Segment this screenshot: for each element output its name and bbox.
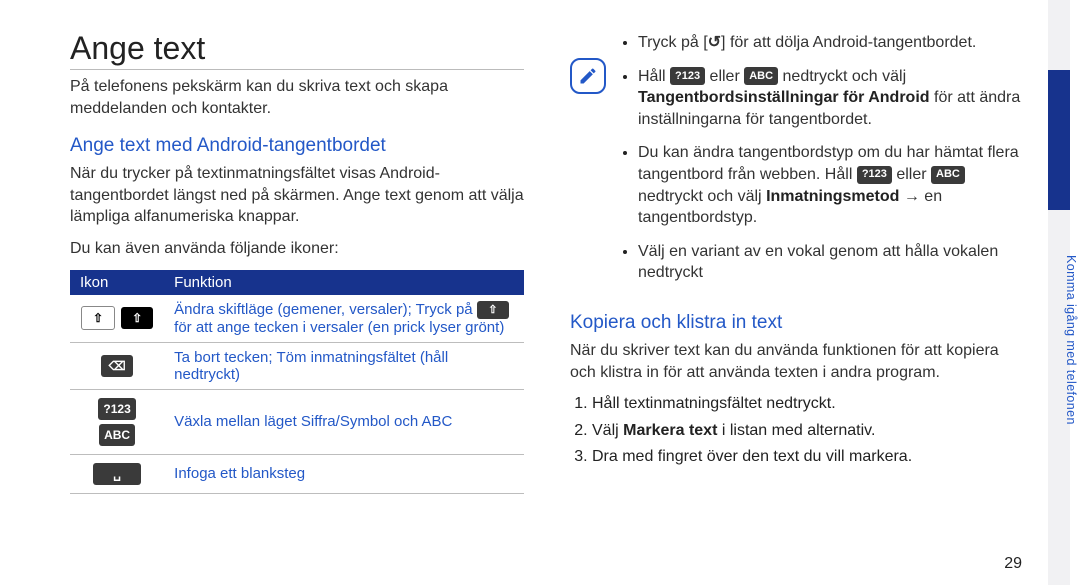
icon-function-table: Ikon Funktion ⇧ ⇧ Ändra skiftläge (gemen… bbox=[70, 270, 524, 494]
table-row: ⇧ ⇧ Ändra skiftläge (gemener, versaler);… bbox=[70, 295, 524, 343]
intro-text: På telefonens pekskärm kan du skriva tex… bbox=[70, 76, 524, 119]
note-icon bbox=[570, 58, 606, 94]
cell-icon: ?123 ABC bbox=[70, 389, 164, 454]
section-heading-android-keyboard: Ange text med Android-tangentbordet bbox=[70, 135, 524, 157]
space-icon: ␣ bbox=[93, 463, 141, 485]
mode-abc-icon: ABC bbox=[99, 424, 135, 446]
side-chapter-text: Komma igång med telefonen bbox=[1064, 255, 1078, 425]
shift-solid-icon: ⇧ bbox=[121, 307, 153, 329]
cell-function: Ändra skiftläge (gemener, versaler); Try… bbox=[164, 295, 524, 343]
cell-function: Växla mellan läget Siffra/Symbol och ABC bbox=[164, 389, 524, 454]
section-paragraph-1: När du trycker på textinmatningsfältet v… bbox=[70, 163, 524, 228]
mode-abc-icon: ABC bbox=[744, 67, 778, 85]
backspace-icon: ⌫ bbox=[101, 355, 133, 377]
note-bullet-list: Tryck på [↺] för att dölja Android-tange… bbox=[620, 32, 1024, 284]
table-row: ␣ Infoga ett blanksteg bbox=[70, 454, 524, 493]
steps-list: Håll textinmatningsfältet nedtryckt. Väl… bbox=[570, 393, 1024, 468]
list-item: Tryck på [↺] för att dölja Android-tange… bbox=[638, 32, 1024, 54]
column-left: Ange text På telefonens pekskärm kan du … bbox=[70, 30, 524, 555]
table-header-function: Funktion bbox=[164, 270, 524, 295]
manual-page: Komma igång med telefonen Ange text På t… bbox=[0, 0, 1080, 585]
two-column-layout: Ange text På telefonens pekskärm kan du … bbox=[70, 30, 1024, 555]
mode-123-icon: ?123 bbox=[98, 398, 135, 420]
table-header-icon: Ikon bbox=[70, 270, 164, 295]
shift-outline-icon: ⇧ bbox=[81, 306, 115, 330]
table-row: ⌫ Ta bort tecken; Töm inmatningsfältet (… bbox=[70, 342, 524, 389]
list-item: Du kan ändra tangentbordstyp om du har h… bbox=[638, 142, 1024, 228]
list-item: Dra med fingret över den text du vill ma… bbox=[592, 446, 1024, 468]
side-tab-highlight bbox=[1048, 70, 1070, 210]
cell-function: Infoga ett blanksteg bbox=[164, 454, 524, 493]
list-item: Välj en variant av en vokal genom att hå… bbox=[638, 241, 1024, 284]
cell-icon: ⇧ ⇧ bbox=[70, 295, 164, 343]
pen-icon bbox=[578, 66, 598, 86]
shift-solid-icon: ⇧ bbox=[477, 301, 509, 319]
side-chapter-label: Komma igång med telefonen bbox=[1060, 200, 1080, 480]
table-row: ?123 ABC Växla mellan läget Siffra/Symbo… bbox=[70, 389, 524, 454]
cell-icon: ␣ bbox=[70, 454, 164, 493]
mode-123-icon: ?123 bbox=[670, 67, 705, 85]
list-item: Välj Markera text i listan med alternati… bbox=[592, 420, 1024, 442]
page-title: Ange text bbox=[70, 30, 524, 70]
cell-icon: ⌫ bbox=[70, 342, 164, 389]
list-item: Håll textinmatningsfältet nedtryckt. bbox=[592, 393, 1024, 415]
cell-function: Ta bort tecken; Töm inmatningsfältet (hå… bbox=[164, 342, 524, 389]
copy-paste-paragraph: När du skriver text kan du använda funkt… bbox=[570, 340, 1024, 383]
section-paragraph-2: Du kan även använda följande ikoner: bbox=[70, 238, 524, 260]
note-block: Tryck på [↺] för att dölja Android-tange… bbox=[570, 30, 1024, 296]
page-number: 29 bbox=[1004, 555, 1022, 573]
mode-123-icon: ?123 bbox=[857, 166, 892, 184]
list-item: Håll ?123 eller ABC nedtryckt och välj T… bbox=[638, 66, 1024, 131]
column-right: Tryck på [↺] för att dölja Android-tange… bbox=[570, 30, 1024, 555]
back-arrow-icon: ↺ bbox=[708, 34, 721, 51]
section-heading-copy-paste: Kopiera och klistra in text bbox=[570, 312, 1024, 334]
mode-abc-icon: ABC bbox=[931, 166, 965, 184]
